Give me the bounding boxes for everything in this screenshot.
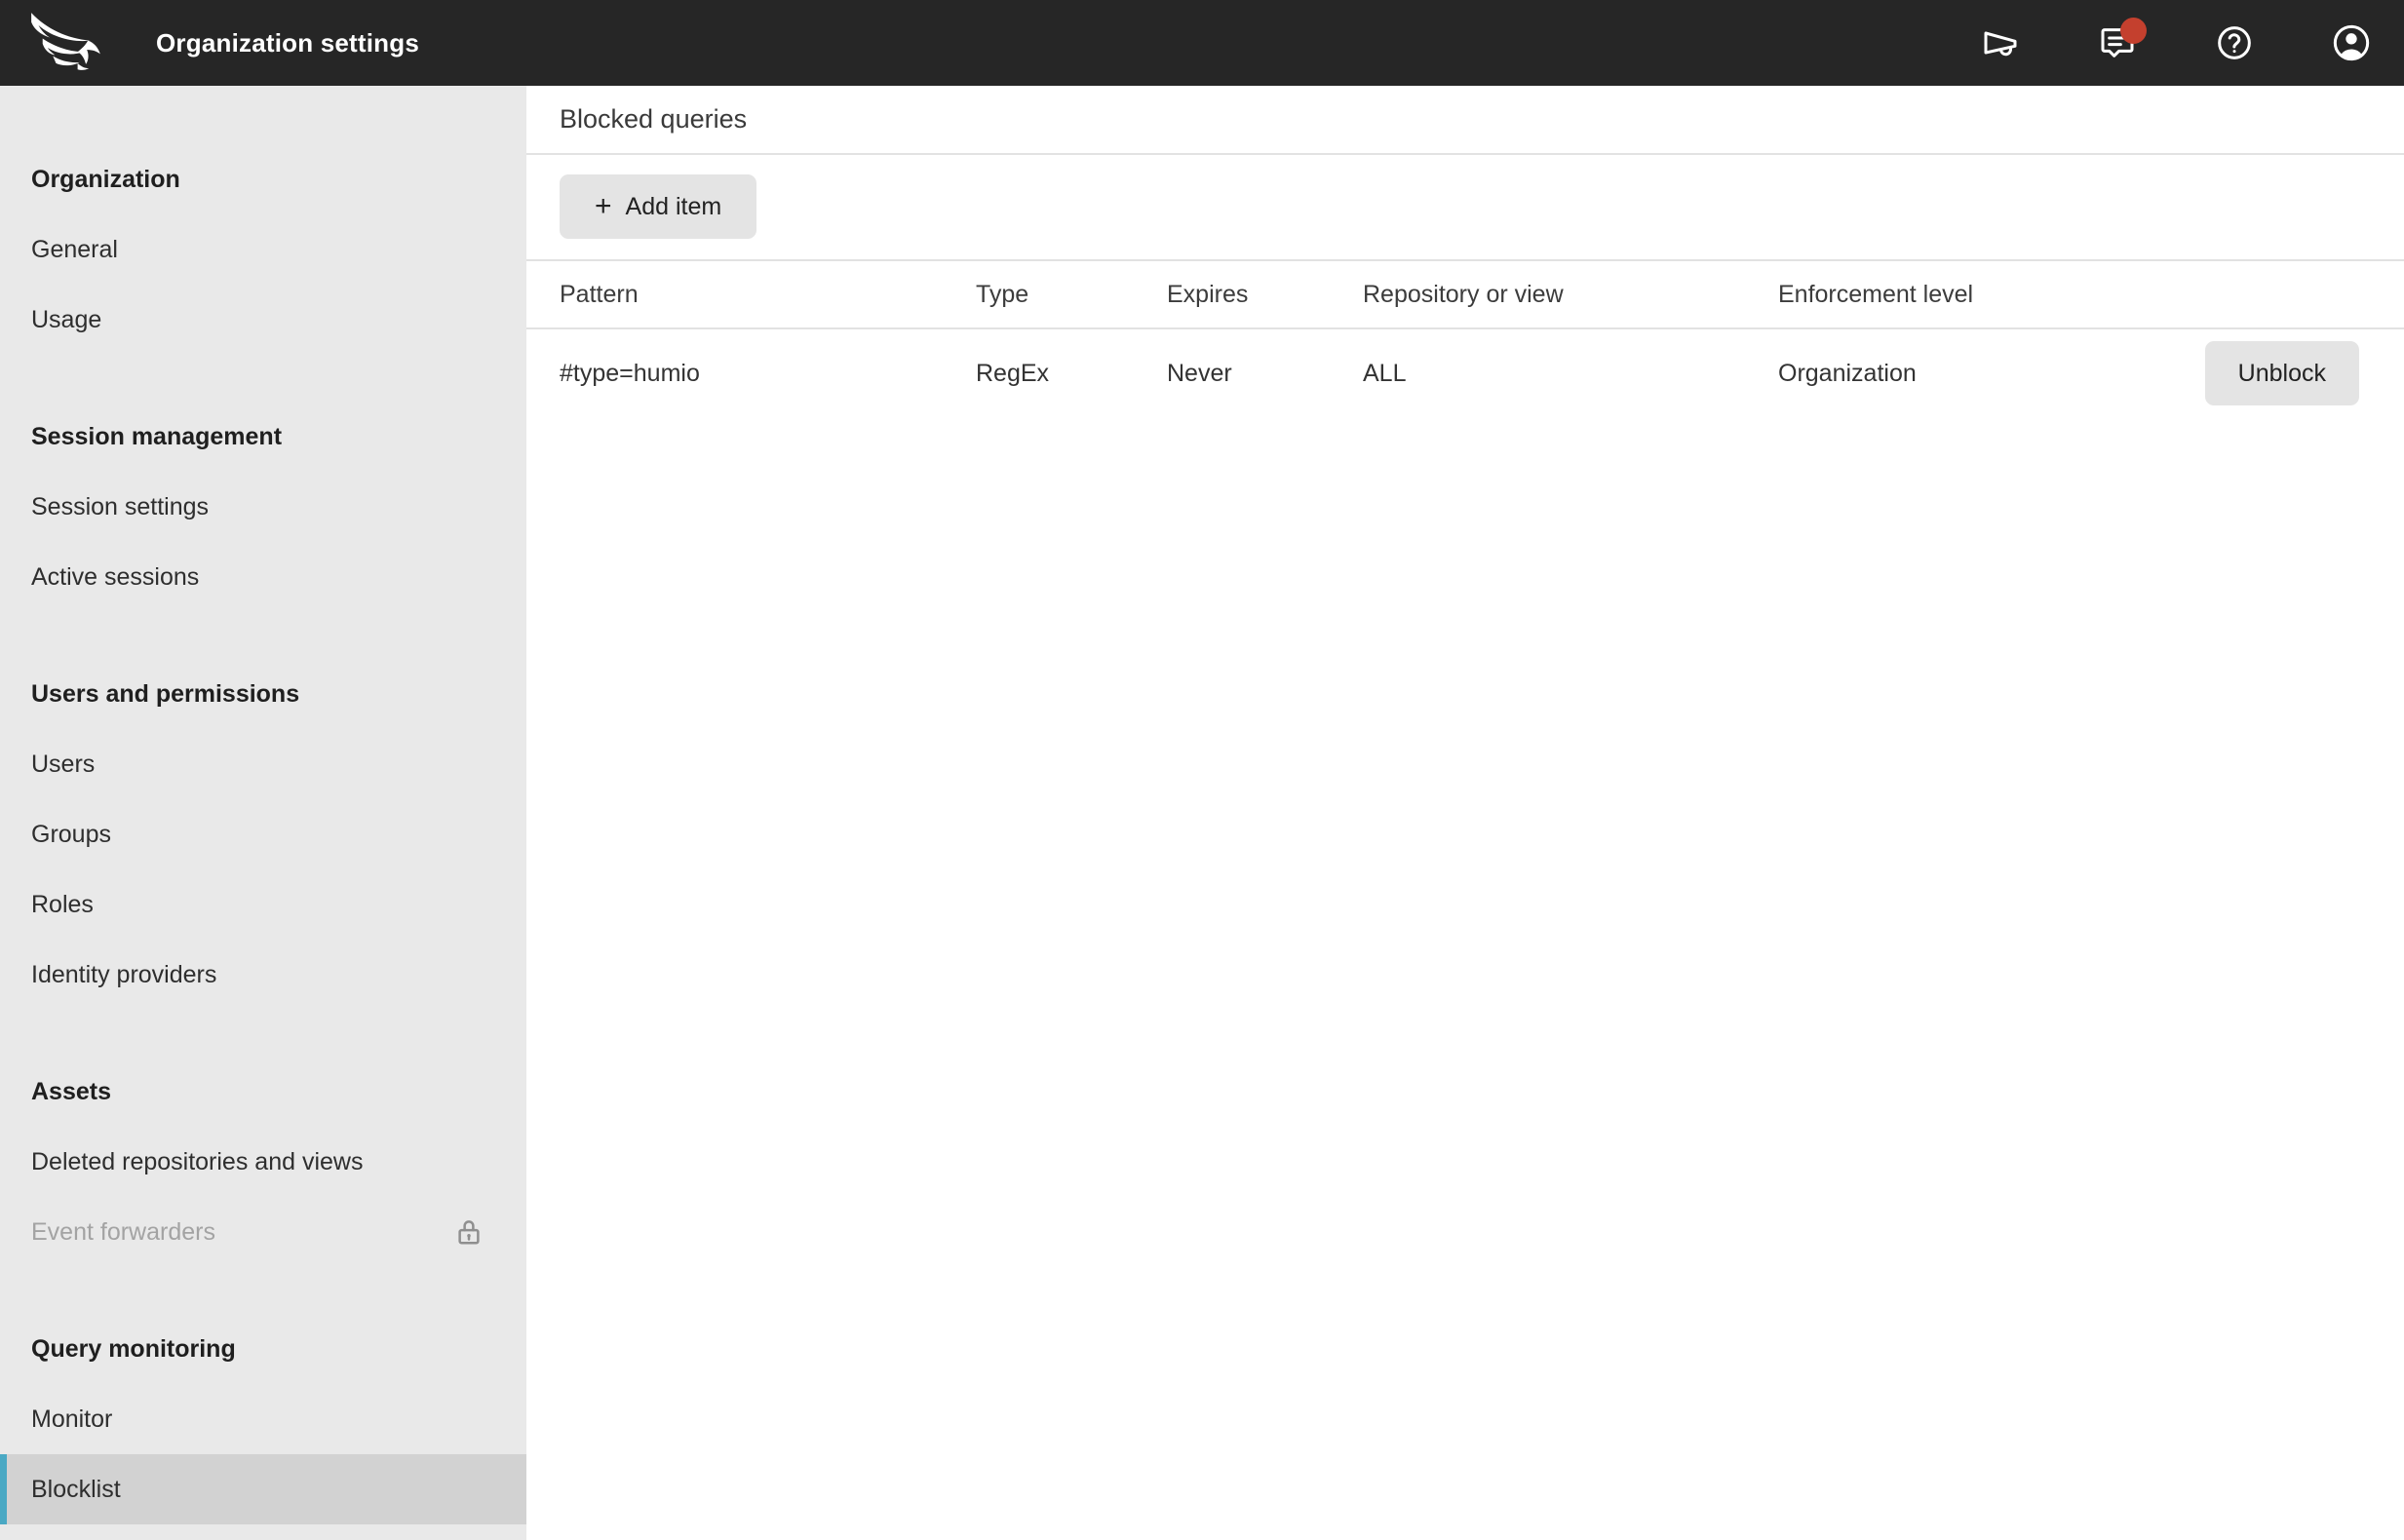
table-header-row: Pattern Type Expires Repository or view … bbox=[526, 261, 2404, 329]
column-header-pattern: Pattern bbox=[560, 280, 639, 308]
toolbar: + Add item bbox=[526, 155, 2404, 261]
blocked-queries-table: Pattern Type Expires Repository or view … bbox=[526, 261, 2404, 417]
section-header-assets: Assets bbox=[31, 1077, 111, 1105]
avatar-icon bbox=[2333, 24, 2370, 61]
section-header-query-monitoring: Query monitoring bbox=[31, 1334, 236, 1363]
sidebar-item-users[interactable]: Users bbox=[0, 729, 526, 799]
column-header-enforcement: Enforcement level bbox=[1778, 280, 1974, 308]
sidebar-item-label: Event forwarders bbox=[31, 1217, 215, 1246]
sidebar-item-blocklist[interactable]: Blocklist bbox=[0, 1454, 526, 1524]
topbar-actions bbox=[1981, 18, 2371, 62]
sidebar-item-event-forwarders[interactable]: Event forwarders bbox=[0, 1197, 526, 1267]
cell-enforcement: Organization bbox=[1778, 359, 1917, 387]
sidebar-item-groups[interactable]: Groups bbox=[0, 799, 526, 869]
sidebar-item-identity-providers[interactable]: Identity providers bbox=[0, 940, 526, 1010]
question-circle-icon bbox=[2218, 26, 2251, 59]
sidebar-item-session-settings[interactable]: Session settings bbox=[0, 472, 526, 542]
notification-badge bbox=[2120, 18, 2147, 44]
section-header-session-management: Session management bbox=[31, 422, 283, 450]
column-header-type: Type bbox=[976, 280, 1029, 308]
column-header-expires: Expires bbox=[1167, 280, 1249, 308]
sidebar-section-session-management: Session management Session settings Acti… bbox=[0, 402, 526, 612]
topbar: Organization settings bbox=[0, 0, 2404, 86]
user-profile-icon[interactable] bbox=[2332, 23, 2371, 62]
section-header-organization: Organization bbox=[31, 165, 180, 193]
sidebar-item-active-sessions[interactable]: Active sessions bbox=[0, 542, 526, 612]
add-item-label: Add item bbox=[625, 192, 722, 220]
main-content: Blocked queries + Add item Pattern Type … bbox=[526, 86, 2404, 1540]
table-row: #type=humio RegEx Never ALL Organization… bbox=[526, 329, 2404, 417]
section-title: Blocked queries bbox=[526, 86, 2404, 155]
announcements-icon[interactable] bbox=[1981, 23, 2020, 62]
sidebar-section-users-permissions: Users and permissions Users Groups Roles… bbox=[0, 659, 526, 1010]
sidebar-item-monitor[interactable]: Monitor bbox=[0, 1384, 526, 1454]
crowdstrike-falcon-logo[interactable] bbox=[29, 11, 103, 75]
section-header-users-permissions: Users and permissions bbox=[31, 679, 300, 708]
sidebar-section-assets: Assets Deleted repositories and views Ev… bbox=[0, 1057, 526, 1267]
sidebar-item-usage[interactable]: Usage bbox=[0, 285, 526, 355]
feedback-messages-icon[interactable] bbox=[2098, 18, 2147, 62]
help-icon[interactable] bbox=[2215, 23, 2254, 62]
sidebar-item-roles[interactable]: Roles bbox=[0, 869, 526, 940]
sidebar-section-query-monitoring: Query monitoring Monitor Blocklist bbox=[0, 1314, 526, 1524]
cell-expires: Never bbox=[1167, 359, 1232, 387]
sidebar-item-general[interactable]: General bbox=[0, 214, 526, 285]
screen: Organization settings Organization Gener… bbox=[0, 0, 2404, 1540]
column-header-repository: Repository or view bbox=[1363, 280, 1564, 308]
megaphone-icon bbox=[1984, 31, 2017, 57]
add-item-button[interactable]: + Add item bbox=[560, 174, 757, 239]
cell-repository: ALL bbox=[1363, 359, 1407, 387]
page-title: Organization settings bbox=[156, 27, 420, 58]
sidebar-item-deleted-repositories[interactable]: Deleted repositories and views bbox=[0, 1127, 526, 1197]
settings-sidebar: Organization General Usage Session manag… bbox=[0, 86, 526, 1540]
sidebar-section-organization: Organization General Usage bbox=[0, 144, 526, 355]
cell-pattern: #type=humio bbox=[560, 359, 700, 387]
cell-type: RegEx bbox=[976, 359, 1050, 387]
falcon-logo-icon bbox=[31, 13, 100, 71]
lock-icon bbox=[454, 1216, 484, 1248]
plus-icon: + bbox=[595, 190, 612, 222]
unblock-button[interactable]: Unblock bbox=[2204, 341, 2359, 405]
